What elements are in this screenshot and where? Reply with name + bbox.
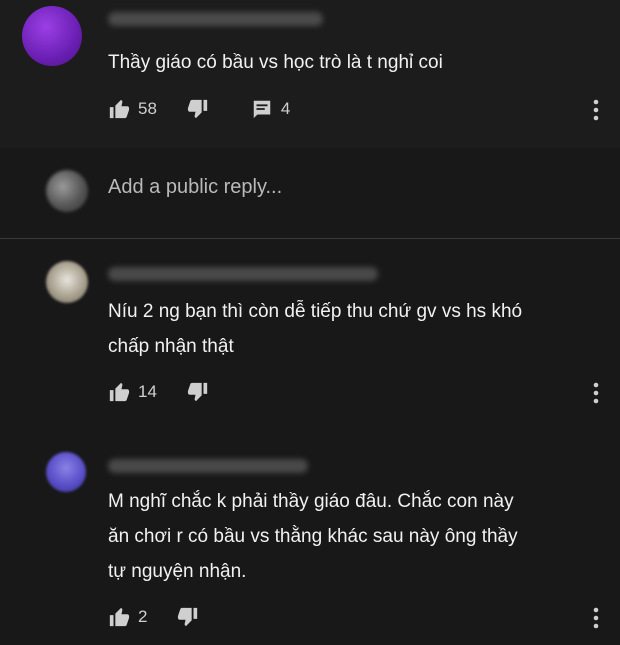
top-comment: Thầy giáo có bầu vs học trò là t nghỉ co… <box>0 0 620 148</box>
dislike-icon[interactable] <box>187 381 209 403</box>
dislike-icon[interactable] <box>177 606 199 628</box>
comment-text: Thầy giáo có bầu vs học trò là t nghỉ co… <box>108 52 443 73</box>
reply-author-avatar[interactable] <box>46 452 86 492</box>
like-count: 58 <box>138 99 157 118</box>
like-count: 2 <box>138 607 148 626</box>
reply-comment-icon[interactable] <box>251 98 273 120</box>
dislike-icon[interactable] <box>187 98 209 120</box>
more-options-icon[interactable] <box>592 381 600 405</box>
reply-input-row[interactable]: Add a public reply... <box>0 148 620 239</box>
reply-text: M nghĩ chắc k phải thầy giáo đâu. Chắc c… <box>108 491 518 582</box>
reply-comment: M nghĩ chắc k phải thầy giáo đâu. Chắc c… <box>0 439 620 645</box>
commenter-avatar[interactable] <box>22 6 82 66</box>
like-icon[interactable] <box>108 381 130 403</box>
reply-text: Níu 2 ng bạn thì còn dễ tiếp thu chứ gv … <box>108 301 523 357</box>
like-icon[interactable] <box>108 606 130 628</box>
more-options-icon[interactable] <box>592 98 600 122</box>
current-user-avatar <box>46 170 88 212</box>
reply-author-blurred <box>108 459 308 473</box>
reply-author-blurred <box>108 267 378 281</box>
like-icon[interactable] <box>108 98 130 120</box>
like-count: 14 <box>138 382 157 401</box>
more-options-icon[interactable] <box>592 606 600 630</box>
reply-count: 4 <box>280 99 291 118</box>
comment-author-blurred <box>108 12 323 26</box>
reply-input-placeholder[interactable]: Add a public reply... <box>108 176 282 199</box>
reply-comment: Níu 2 ng bạn thì còn dễ tiếp thu chứ gv … <box>0 239 620 439</box>
reply-author-avatar[interactable] <box>46 261 88 303</box>
